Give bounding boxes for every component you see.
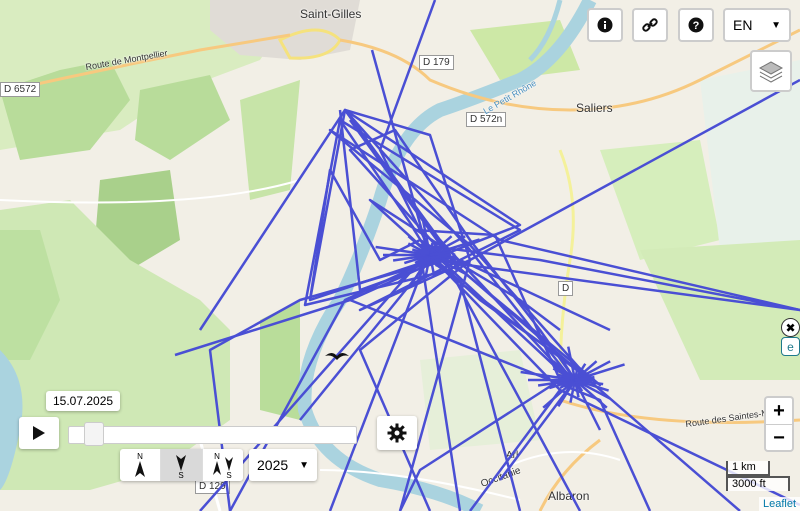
chevron-down-icon: ▼ xyxy=(771,19,781,31)
orientation-toggle: N S N S xyxy=(120,449,243,481)
help-button[interactable]: ? xyxy=(678,8,714,42)
svg-text:?: ? xyxy=(693,20,700,32)
map-canvas[interactable]: Saint-Gilles Saliers Albaron Arl Occitan… xyxy=(0,0,800,511)
close-circle-icon[interactable]: ✖ xyxy=(781,318,800,337)
flight-track-segment xyxy=(328,49,800,382)
flight-track-segment xyxy=(174,108,452,357)
north-arrow-icon: N xyxy=(135,452,146,477)
attribution-link[interactable]: Leaflet xyxy=(758,497,800,511)
layers-icon xyxy=(758,61,784,83)
zoom-out-button[interactable]: − xyxy=(766,425,792,451)
chevron-down-icon: ▼ xyxy=(299,459,309,471)
svg-text:N: N xyxy=(214,452,220,461)
orientation-both[interactable]: N S xyxy=(203,449,243,481)
svg-text:S: S xyxy=(226,471,231,479)
svg-text:N: N xyxy=(137,452,143,461)
scale-km: 1 km xyxy=(726,461,770,476)
scale-ft: 3000 ft xyxy=(726,476,790,491)
help-icon: ? xyxy=(688,17,704,33)
settings-button[interactable] xyxy=(377,416,417,450)
gear-icon xyxy=(387,423,407,443)
link-icon xyxy=(642,18,658,32)
play-icon xyxy=(33,426,45,440)
flight-track-segment xyxy=(208,109,457,511)
bird-icon xyxy=(325,353,349,360)
timeline-slider[interactable] xyxy=(68,422,357,446)
orientation-north-up[interactable]: N xyxy=(120,449,162,481)
language-value: EN xyxy=(733,17,753,33)
play-button[interactable] xyxy=(19,417,59,449)
link-button[interactable] xyxy=(632,8,668,42)
svg-text:S: S xyxy=(179,471,184,479)
info-button[interactable] xyxy=(587,8,623,42)
e-badge-icon[interactable]: e xyxy=(781,337,800,356)
south-arrow-icon: S xyxy=(176,455,187,479)
layers-button[interactable] xyxy=(750,50,792,92)
zoom-in-button[interactable]: + xyxy=(766,398,792,425)
orientation-south-up[interactable]: S xyxy=(161,449,203,481)
north-south-arrow-icon: N S xyxy=(212,452,233,479)
timeline-slider-handle[interactable] xyxy=(84,422,104,446)
year-value: 2025 xyxy=(257,457,289,473)
zoom-control: + − xyxy=(764,396,794,452)
info-icon xyxy=(597,17,613,33)
date-tooltip: 15.07.2025 xyxy=(46,391,121,411)
year-select[interactable]: 2025 ▼ xyxy=(249,449,317,481)
language-select[interactable]: EN ▼ xyxy=(723,8,791,42)
